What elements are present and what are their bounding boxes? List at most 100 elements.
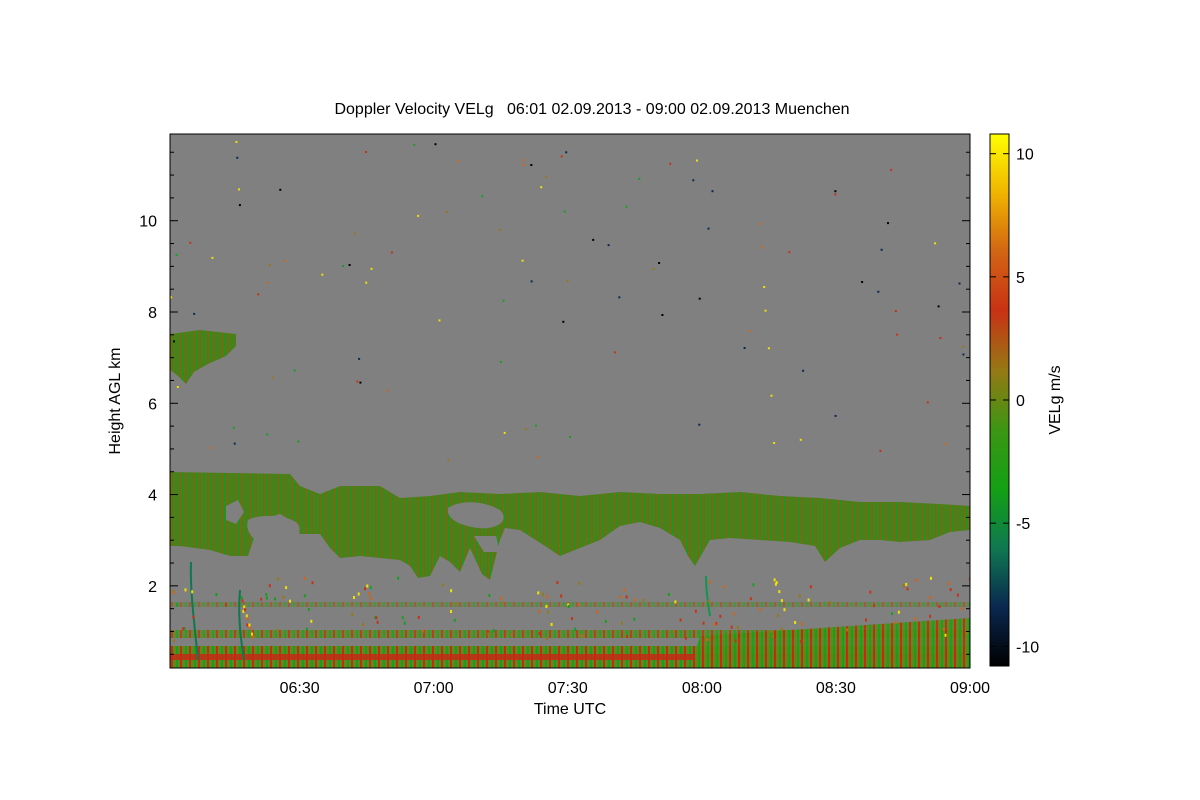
noise-pixel [667,593,670,596]
noise-pixel [365,281,368,284]
noise-pixel [770,630,773,634]
noise-pixel [501,601,504,605]
noise-pixel [447,459,450,462]
noise-pixel [265,592,268,596]
noise-pixel [774,582,777,586]
noise-pixel [767,347,770,350]
noise-pixel [604,619,607,623]
noise-pixel [545,604,548,608]
noise-pixel [607,244,610,247]
noise-pixel [771,634,774,638]
noise-pixel [215,593,218,597]
noise-pixel [897,610,900,614]
noise-pixel [249,626,252,630]
noise-pixel [303,594,306,598]
noise-pixel [879,449,882,452]
noise-pixel [257,293,260,296]
noise-pixel [780,599,783,603]
noise-pixel [488,594,491,597]
noise-pixel [540,186,543,189]
noise-pixel [362,622,364,626]
noise-pixel [546,595,549,599]
noise-pixel [450,589,453,593]
noise-pixel [293,369,296,372]
noise-pixel [545,175,548,178]
noise-pixel [356,380,359,383]
noise-pixel [417,214,420,217]
noise-pixel [510,633,513,636]
noise-pixel [942,627,945,631]
noise-pixel [574,627,577,631]
noise-pixel [621,621,623,625]
noise-pixel [905,582,908,586]
noise-pixel [834,414,837,417]
noise-pixel [707,599,710,603]
noise-pixel [707,227,710,230]
chart-title: Doppler Velocity VELg 06:01 02.09.2013 -… [334,101,849,118]
noise-pixel [541,592,544,596]
noise-pixel [365,151,367,153]
noise-pixel [450,610,452,613]
noise-pixel [266,282,269,284]
noise-pixel [260,597,263,601]
noise-pixel [303,576,306,580]
noise-pixel [271,376,274,379]
noise-pixel [571,617,573,621]
noise-pixel [442,583,444,587]
noise-pixel [736,626,739,629]
noise-pixel [694,609,697,613]
noise-pixel [759,608,762,612]
noise-pixel [734,639,737,643]
noise-pixel [434,143,437,146]
noise-pixel [191,590,194,594]
noise-pixel [698,423,701,426]
noise-pixel [619,595,622,599]
noise-pixel [421,629,424,633]
noise-pixel [596,610,598,614]
noise-pixel [277,577,279,581]
noise-pixel [915,578,918,582]
noise-pixel [289,599,291,603]
noise-pixel [498,228,501,231]
noise-pixel [481,195,484,198]
noise-pixel [535,424,537,427]
noise-pixel [592,238,595,241]
noise-pixel [887,222,889,225]
noise-pixel [776,614,779,617]
noise-pixel [937,305,940,308]
noise-pixel [390,251,393,254]
noise-pixel [949,588,952,592]
noise-pixel [492,629,495,633]
noise-pixel [713,622,716,626]
noise-pixel [282,595,285,599]
noise-pixel [778,590,781,594]
noise-pixel [438,319,441,322]
noise-pixel [353,596,355,599]
x-tick-label: 08:30 [816,680,856,697]
noise-pixel [368,592,371,596]
noise-pixel [773,578,776,582]
noise-pixel [266,433,269,436]
noise-pixel [310,619,313,623]
noise-pixel [578,581,581,585]
noise-pixel [890,168,893,171]
noise-pixel [189,241,192,244]
noise-pixel [285,586,288,590]
noise-pixel [240,596,243,600]
noise-pixel [834,190,837,193]
noise-pixel [770,394,773,397]
noise-pixel [192,615,195,619]
noise-pixel [173,340,175,343]
noise-pixel [248,623,251,627]
noise-pixel [780,627,783,631]
noise-pixel [246,623,249,627]
noise-pixel [914,617,917,621]
noise-pixel [625,205,628,208]
noise-pixel [274,597,276,601]
noise-pixel [311,581,314,585]
noise-pixel [929,596,932,600]
noise-pixel [706,638,709,642]
noise-pixel [873,604,876,608]
noise-pixel [175,253,178,256]
noise-pixel [182,627,185,631]
